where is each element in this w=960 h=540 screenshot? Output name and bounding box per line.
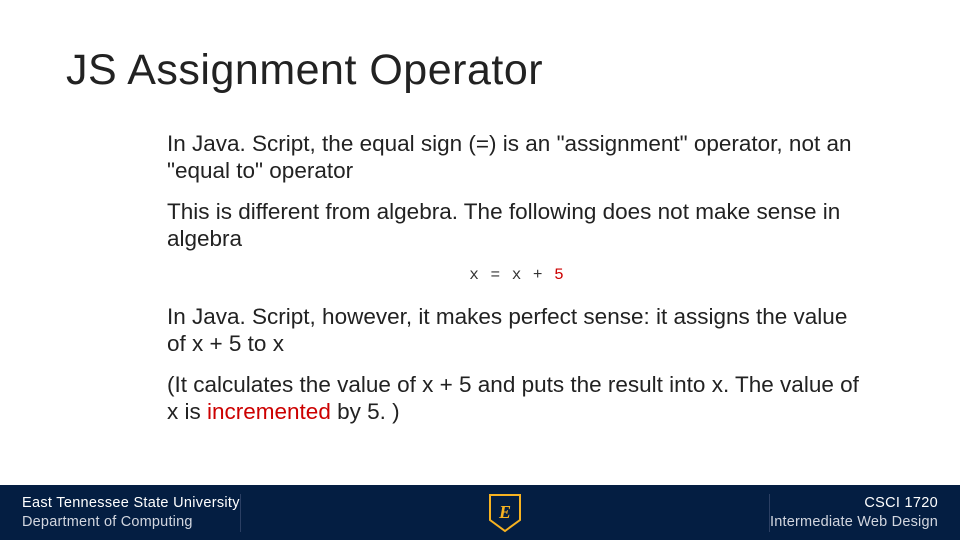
code-literal: 5 (554, 266, 565, 284)
slide-title: JS Assignment Operator (66, 46, 543, 95)
incremented-word: incremented (207, 399, 331, 424)
paragraph-4b: by 5. ) (331, 399, 400, 424)
slide-body: In Java. Script, the equal sign (=) is a… (167, 130, 867, 439)
course-code: CSCI 1720 (770, 494, 938, 512)
paragraph-4: (It calculates the value of x + 5 and pu… (167, 371, 867, 425)
paragraph-1: In Java. Script, the equal sign (=) is a… (167, 130, 867, 184)
footer-right: CSCI 1720 Intermediate Web Design (770, 494, 960, 530)
etsu-logo-icon: E (488, 493, 522, 533)
footer-left: East Tennessee State University Departme… (0, 494, 240, 530)
paragraph-2: This is different from algebra. The foll… (167, 198, 867, 252)
university-name: East Tennessee State University (22, 494, 240, 512)
logo-letter: E (498, 502, 511, 522)
code-lhs: x = x + (469, 266, 554, 284)
footer-bar: East Tennessee State University Departme… (0, 485, 960, 540)
slide: JS Assignment Operator In Java. Script, … (0, 0, 960, 540)
code-example: x = x + 5 (167, 266, 867, 285)
paragraph-3: In Java. Script, however, it makes perfe… (167, 303, 867, 357)
department-name: Department of Computing (22, 513, 240, 531)
footer-center: E (241, 493, 769, 533)
course-name: Intermediate Web Design (770, 513, 938, 531)
